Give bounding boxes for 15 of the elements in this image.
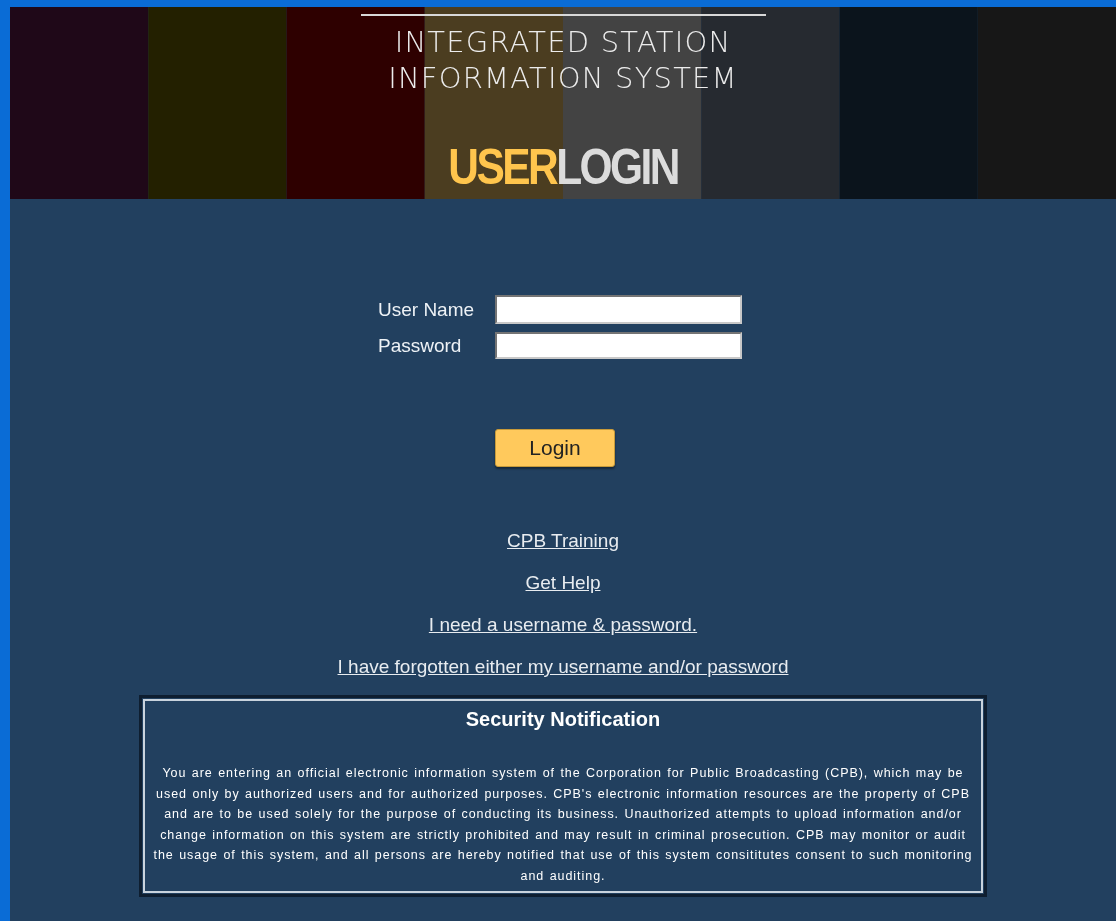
login-heading-part: LOGIN <box>556 138 678 196</box>
input-field[interactable] <box>495 332 742 359</box>
login-heading-part: USER <box>448 138 557 196</box>
link[interactable]: CPB Training <box>507 529 619 553</box>
notice-title: Security Notification <box>464 708 662 731</box>
link[interactable]: Get Help <box>525 571 601 595</box>
field-label: User Name <box>378 298 476 321</box>
input-field[interactable] <box>495 295 742 324</box>
notice-text: You are entering an official electronic information system of the Corporation for Public Broadcasting (CPB), which may be used only by authorized users and for authorized purposes. CPB's electronic information resources are the property of CPB and are to be used solely for the purpose of conducting its business. Unauthorized attempts to upload information and/or change information on this system are strictly prohibited and may result in criminal prosecution. CPB may monitor or audit the usage of this system, and all persons are hereby notified that use of this system consititutes consent to such monitoring and auditing. <box>152 765 974 885</box>
field-label: Password <box>378 334 463 357</box>
system-title-line: INTEGRATED STATION <box>394 24 732 60</box>
login-button[interactable]: Login <box>495 429 615 467</box>
system-title-line: INFORMATION SYSTEM <box>388 60 738 96</box>
link[interactable]: I have forgotten either my username and/or password <box>337 655 789 679</box>
link[interactable]: I need a username & password. <box>428 613 698 637</box>
